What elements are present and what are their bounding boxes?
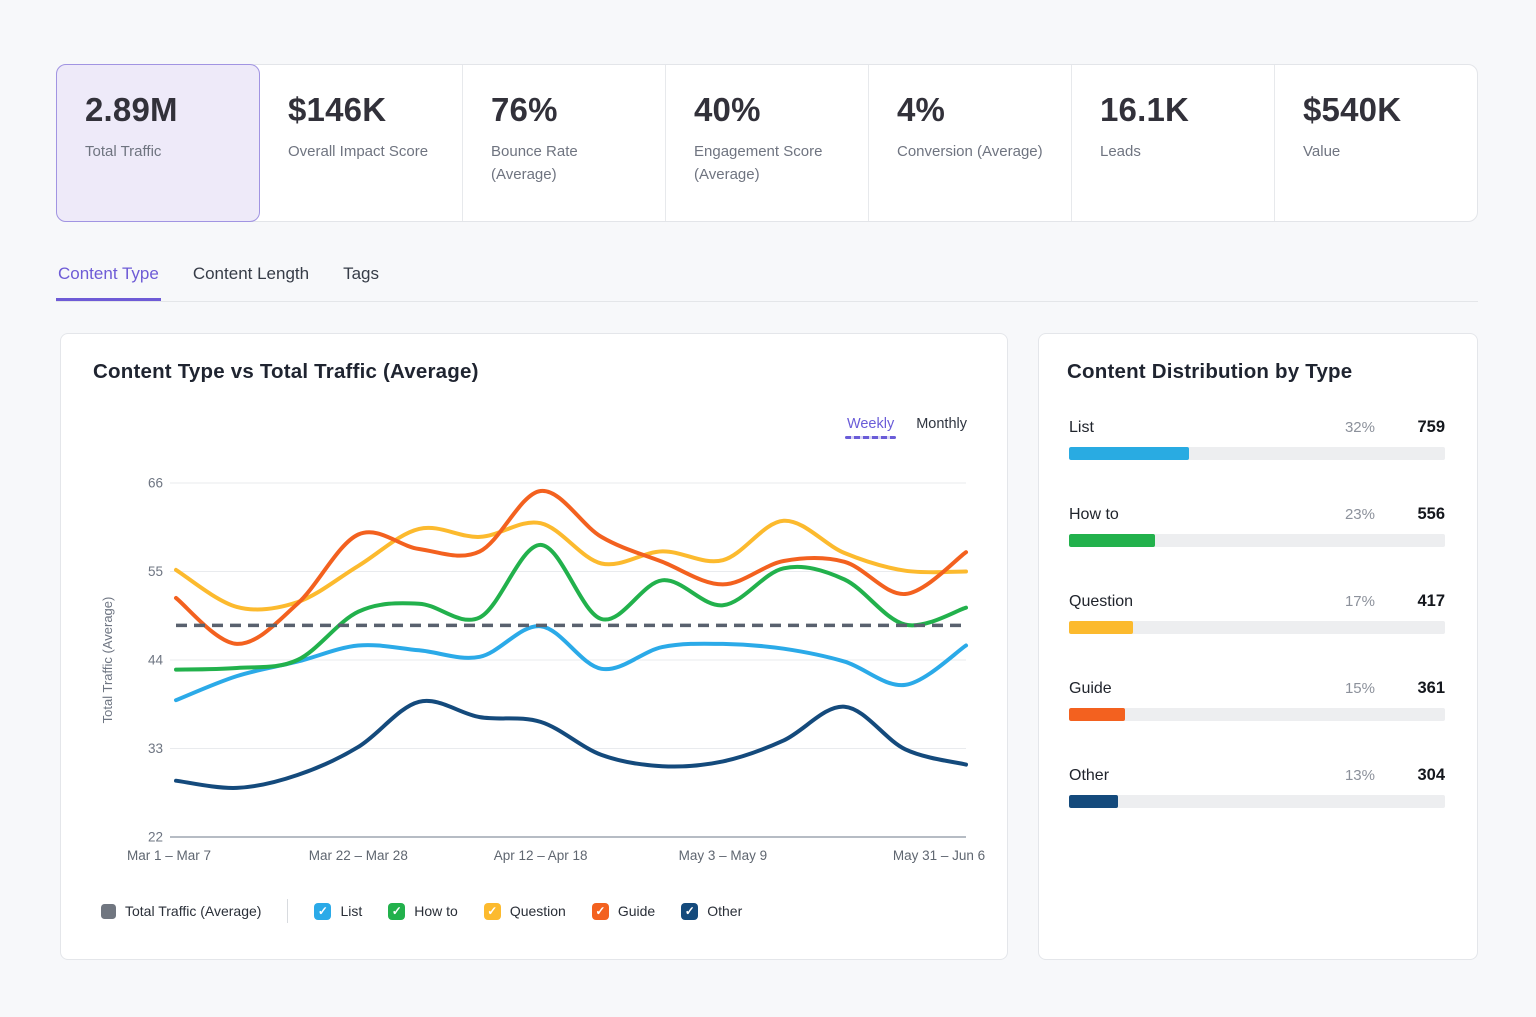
checkbox-checked-icon[interactable]: ✓ — [592, 903, 609, 920]
stat-card-total-traffic[interactable]: 2.89M Total Traffic — [56, 64, 260, 222]
tab-content-length[interactable]: Content Length — [191, 258, 311, 301]
distribution-label: How to — [1069, 506, 1329, 524]
distribution-row-question: Question17% 417 — [1069, 592, 1445, 634]
distribution-percent: 17% — [1329, 593, 1375, 610]
y-axis-title: Total Traffic (Average) — [100, 597, 115, 724]
legend-item-label: How to — [414, 903, 458, 919]
distribution-percent: 15% — [1329, 680, 1375, 697]
tab-content-type[interactable]: Content Type — [56, 258, 161, 301]
stat-label: Conversion (Average) — [897, 140, 1071, 163]
distribution-bar-fill — [1069, 708, 1125, 721]
y-tick-44: 44 — [148, 652, 164, 667]
y-tick-55: 55 — [148, 564, 163, 579]
legend-item-how-to[interactable]: ✓ How to — [388, 903, 458, 920]
x-tick-label: May 3 – May 9 — [679, 848, 768, 863]
stat-card-conversion-average[interactable]: 4% Conversion (Average) — [869, 65, 1072, 221]
chart-title: Content Type vs Total Traffic (Average) — [93, 360, 479, 384]
stat-card-overall-impact-score[interactable]: $146K Overall Impact Score — [260, 65, 463, 221]
content-type-chart-card: Content Type vs Total Traffic (Average) … — [60, 333, 1008, 960]
distribution-bar-fill — [1069, 621, 1133, 634]
x-tick-label: May 31 – Jun 6 — [893, 848, 985, 863]
legend-divider — [287, 899, 288, 923]
range-toggle: Weekly Monthly — [847, 416, 967, 439]
x-tick-label: Apr 12 – Apr 18 — [494, 848, 588, 863]
stat-label: Leads — [1100, 140, 1274, 163]
stat-card-engagement-score-average[interactable]: 40% Engagement Score (Average) — [666, 65, 869, 221]
legend-item-label: List — [340, 903, 362, 919]
x-tick-label: Mar 1 – Mar 7 — [127, 848, 211, 863]
checkbox-checked-icon[interactable]: ✓ — [314, 903, 331, 920]
distribution-row-list: List32% 759 — [1069, 418, 1445, 460]
distribution-bar-track — [1069, 621, 1445, 634]
legend-item-label: Other — [707, 903, 742, 919]
distribution-rows: List32% 759 How to23% 556 Question17% 417 Guid… — [1069, 418, 1445, 853]
distribution-bar-track — [1069, 795, 1445, 808]
distribution-label: Other — [1069, 767, 1329, 785]
distribution-title: Content Distribution by Type — [1067, 360, 1352, 384]
y-tick-66: 66 — [148, 476, 163, 491]
content-distribution-card: Content Distribution by Type List32% 759 H… — [1038, 333, 1478, 960]
legend-item-question[interactable]: ✓ Question — [484, 903, 566, 920]
distribution-value: 417 — [1401, 592, 1445, 611]
chart-legend: Total Traffic (Average) ✓ List ✓ How to ✓ Ques… — [101, 899, 742, 923]
line-series-question — [176, 521, 966, 610]
stat-card-bounce-rate-average[interactable]: 76% Bounce Rate (Average) — [463, 65, 666, 221]
stat-label: Value — [1303, 140, 1477, 163]
distribution-label: Guide — [1069, 680, 1329, 698]
average-swatch-icon — [101, 904, 116, 919]
tab-bar: Content Type Content Length Tags — [56, 258, 1478, 302]
line-series-other — [176, 701, 966, 788]
stat-value: $146K — [288, 91, 462, 129]
checkbox-checked-icon[interactable]: ✓ — [484, 903, 501, 920]
distribution-row-other: Other13% 304 — [1069, 766, 1445, 808]
distribution-row-how-to: How to23% 556 — [1069, 505, 1445, 547]
stat-value: 16.1K — [1100, 91, 1274, 129]
legend-item-guide[interactable]: ✓ Guide — [592, 903, 655, 920]
toggle-monthly[interactable]: Monthly — [916, 416, 967, 439]
distribution-value: 361 — [1401, 679, 1445, 698]
legend-item-list[interactable]: ✓ List — [314, 903, 362, 920]
distribution-percent: 23% — [1329, 506, 1375, 523]
stat-card-leads[interactable]: 16.1K Leads — [1072, 65, 1275, 221]
stat-value: 40% — [694, 91, 868, 129]
checkbox-checked-icon[interactable]: ✓ — [681, 903, 698, 920]
stat-value: 76% — [491, 91, 665, 129]
distribution-percent: 32% — [1329, 419, 1375, 436]
line-chart: 66 55 44 33 22 Total Traffic (Average) Mar 1 –… — [91, 446, 991, 871]
distribution-value: 759 — [1401, 418, 1445, 437]
distribution-value: 304 — [1401, 766, 1445, 785]
distribution-label: Question — [1069, 593, 1329, 611]
stat-label: Bounce Rate (Average) — [491, 140, 665, 187]
y-tick-33: 33 — [148, 741, 163, 756]
legend-item-label: Guide — [618, 903, 655, 919]
stat-label: Engagement Score (Average) — [694, 140, 868, 187]
distribution-bar-fill — [1069, 795, 1118, 808]
y-tick-22: 22 — [148, 829, 163, 844]
distribution-row-guide: Guide15% 361 — [1069, 679, 1445, 721]
stat-label: Overall Impact Score — [288, 140, 462, 163]
stat-value: 4% — [897, 91, 1071, 129]
stats-strip: 2.89M Total Traffic $146K Overall Impact Sc… — [56, 64, 1478, 222]
legend-average[interactable]: Total Traffic (Average) — [101, 903, 261, 919]
distribution-bar-track — [1069, 534, 1445, 547]
distribution-value: 556 — [1401, 505, 1445, 524]
line-series-guide — [176, 491, 966, 644]
distribution-label: List — [1069, 419, 1329, 437]
legend-item-other[interactable]: ✓ Other — [681, 903, 742, 920]
checkbox-checked-icon[interactable]: ✓ — [388, 903, 405, 920]
tab-tags[interactable]: Tags — [341, 258, 381, 301]
legend-item-label: Question — [510, 903, 566, 919]
toggle-weekly[interactable]: Weekly — [847, 416, 894, 439]
legend-average-label: Total Traffic (Average) — [125, 903, 261, 919]
stat-value: 2.89M — [85, 91, 259, 129]
distribution-percent: 13% — [1329, 767, 1375, 784]
stat-label: Total Traffic — [85, 140, 259, 163]
distribution-bar-track — [1069, 447, 1445, 460]
distribution-bar-fill — [1069, 534, 1155, 547]
distribution-bar-fill — [1069, 447, 1189, 460]
distribution-bar-track — [1069, 708, 1445, 721]
x-tick-label: Mar 22 – Mar 28 — [309, 848, 408, 863]
stat-value: $540K — [1303, 91, 1477, 129]
stat-card-value[interactable]: $540K Value — [1275, 65, 1477, 221]
